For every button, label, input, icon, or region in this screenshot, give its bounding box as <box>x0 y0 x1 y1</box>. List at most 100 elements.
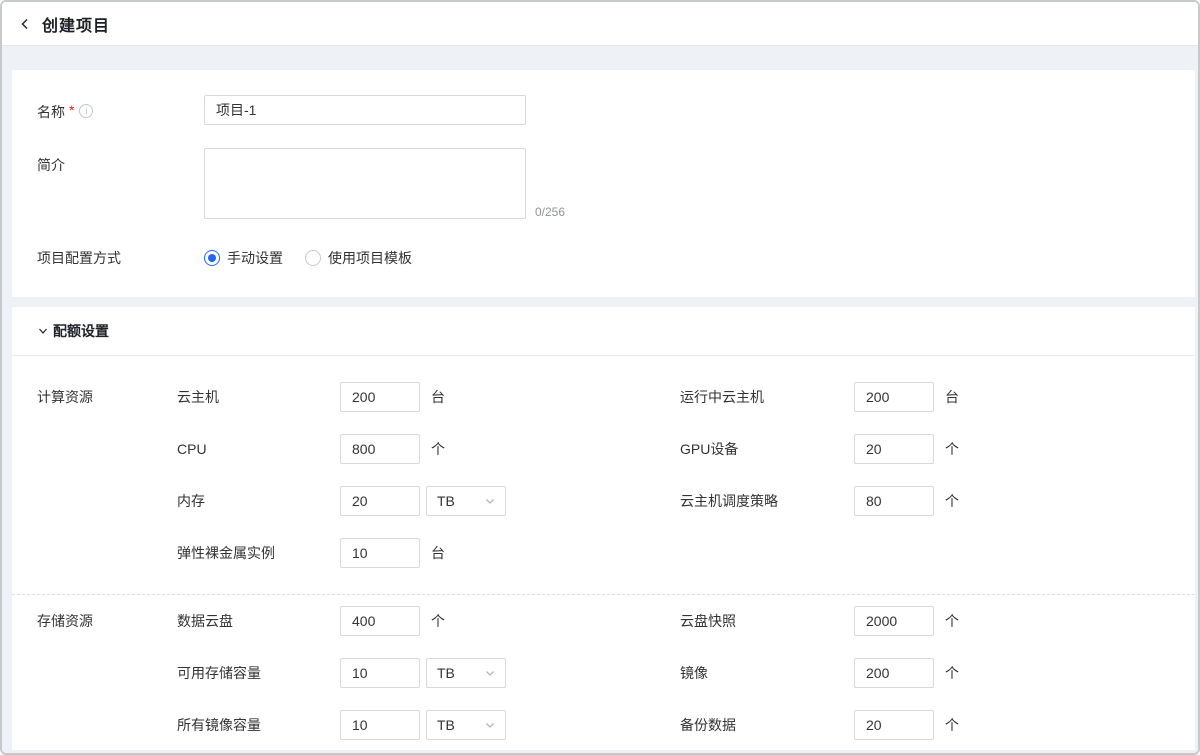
field-wrap: 个 <box>854 606 959 636</box>
unit-label: 个 <box>431 611 445 631</box>
storage-capacity-input[interactable] <box>340 658 420 688</box>
required-asterisk: * <box>69 102 74 118</box>
info-icon[interactable]: i <box>79 104 93 118</box>
config-mode-label-wrap: 项目配置方式 <box>37 248 204 268</box>
field-wrap: 个 <box>854 658 959 688</box>
field-wrap: TB <box>340 486 680 516</box>
field-wrap: 个 <box>340 606 680 636</box>
field-label: 备份数据 <box>680 715 854 735</box>
scheduling-policy-input[interactable] <box>854 486 934 516</box>
radio-selected-icon <box>204 250 220 266</box>
radio-template-label: 使用项目模板 <box>328 248 412 268</box>
name-row: 名称 * i <box>37 95 1195 125</box>
chevron-down-icon <box>485 722 495 729</box>
radio-manual-label: 手动设置 <box>227 248 283 268</box>
name-label-wrap: 名称 * i <box>37 95 204 125</box>
intro-label: 简介 <box>37 155 65 175</box>
select-value: TB <box>437 665 455 681</box>
name-input[interactable] <box>204 95 526 125</box>
gpu-input[interactable] <box>854 434 934 464</box>
field-label: 镜像 <box>680 663 854 683</box>
unit-label: 台 <box>945 387 959 407</box>
chevron-down-icon <box>37 325 49 337</box>
select-value: TB <box>437 717 455 733</box>
create-project-page: 创建项目 名称 * i 简介 0/256 <box>0 0 1200 755</box>
config-mode-radio-group: 手动设置 使用项目模板 <box>204 248 434 268</box>
field-wrap: 台 <box>340 538 680 568</box>
quota-row: 内存 TB 云主机调度策略 个 <box>12 475 1195 527</box>
name-label: 名称 <box>37 102 65 122</box>
unit-label: 台 <box>431 387 445 407</box>
back-button[interactable] <box>18 17 32 31</box>
unit-label: 个 <box>945 663 959 683</box>
field-label: 弹性裸金属实例 <box>177 543 340 563</box>
field-label: 运行中云主机 <box>680 387 854 407</box>
config-mode-row: 项目配置方式 手动设置 使用项目模板 <box>37 243 1195 273</box>
unit-label: 个 <box>431 439 445 459</box>
page-title: 创建项目 <box>42 12 110 36</box>
field-wrap: TB <box>340 710 680 740</box>
field-label: 云主机 <box>177 387 340 407</box>
basic-info-panel: 名称 * i 简介 0/256 项目配置方式 <box>12 70 1195 297</box>
quota-row: 计算资源 云主机 台 运行中云主机 台 <box>12 371 1195 423</box>
char-counter: 0/256 <box>535 205 565 219</box>
field-label: 数据云盘 <box>177 611 340 631</box>
quota-panel: 配额设置 计算资源 云主机 台 运行中云主机 台 <box>12 307 1195 750</box>
chevron-down-icon <box>485 498 495 505</box>
field-wrap: 台 <box>340 382 680 412</box>
quota-row: 弹性裸金属实例 台 <box>12 527 1195 579</box>
intro-field-wrap: 0/256 <box>204 148 565 219</box>
cloud-host-input[interactable] <box>340 382 420 412</box>
field-label: 云主机调度策略 <box>680 491 854 511</box>
quota-section-header[interactable]: 配额设置 <box>12 307 1195 356</box>
chevron-down-icon <box>485 670 495 677</box>
field-wrap: 个 <box>854 434 959 464</box>
field-wrap: TB <box>340 658 680 688</box>
storage-group-label: 存储资源 <box>12 611 177 631</box>
unit-label: 个 <box>945 611 959 631</box>
memory-input[interactable] <box>340 486 420 516</box>
page-header: 创建项目 <box>2 2 1198 46</box>
field-wrap: 个 <box>854 710 959 740</box>
image-capacity-unit-select[interactable]: TB <box>426 710 506 740</box>
quota-body: 计算资源 云主机 台 运行中云主机 台 CPU <box>12 356 1195 751</box>
running-host-input[interactable] <box>854 382 934 412</box>
page-content: 名称 * i 简介 0/256 项目配置方式 <box>2 46 1198 750</box>
field-wrap: 个 <box>340 434 680 464</box>
field-wrap: 个 <box>854 486 959 516</box>
quota-row: CPU 个 GPU设备 个 <box>12 423 1195 475</box>
storage-capacity-unit-select[interactable]: TB <box>426 658 506 688</box>
image-input[interactable] <box>854 658 934 688</box>
field-label: GPU设备 <box>680 439 854 459</box>
intro-textarea[interactable] <box>204 148 526 219</box>
unit-label: 个 <box>945 715 959 735</box>
config-mode-label: 项目配置方式 <box>37 248 121 268</box>
data-disk-input[interactable] <box>340 606 420 636</box>
memory-unit-select[interactable]: TB <box>426 486 506 516</box>
compute-group-label: 计算资源 <box>12 387 177 407</box>
quota-row: 可用存储容量 TB 镜像 个 <box>12 647 1195 699</box>
intro-label-wrap: 简介 <box>37 148 204 219</box>
image-capacity-input[interactable] <box>340 710 420 740</box>
field-wrap: 台 <box>854 382 959 412</box>
disk-snapshot-input[interactable] <box>854 606 934 636</box>
intro-row: 简介 0/256 <box>37 148 1195 219</box>
field-label: 内存 <box>177 491 340 511</box>
select-value: TB <box>437 493 455 509</box>
radio-manual-setting[interactable]: 手动设置 <box>204 248 283 268</box>
chevron-left-icon <box>18 17 32 31</box>
bare-metal-input[interactable] <box>340 538 420 568</box>
quota-row: 所有镜像容量 TB 备份数据 个 <box>12 699 1195 751</box>
unit-label: 个 <box>945 491 959 511</box>
field-label: 云盘快照 <box>680 611 854 631</box>
cpu-input[interactable] <box>340 434 420 464</box>
radio-unselected-icon <box>305 250 321 266</box>
unit-label: 个 <box>945 439 959 459</box>
quota-row: 存储资源 数据云盘 个 云盘快照 个 <box>12 595 1195 647</box>
unit-label: 台 <box>431 543 445 563</box>
field-label: 可用存储容量 <box>177 663 340 683</box>
field-label: 所有镜像容量 <box>177 715 340 735</box>
radio-use-template[interactable]: 使用项目模板 <box>305 248 412 268</box>
backup-data-input[interactable] <box>854 710 934 740</box>
quota-section-title: 配额设置 <box>53 321 109 341</box>
